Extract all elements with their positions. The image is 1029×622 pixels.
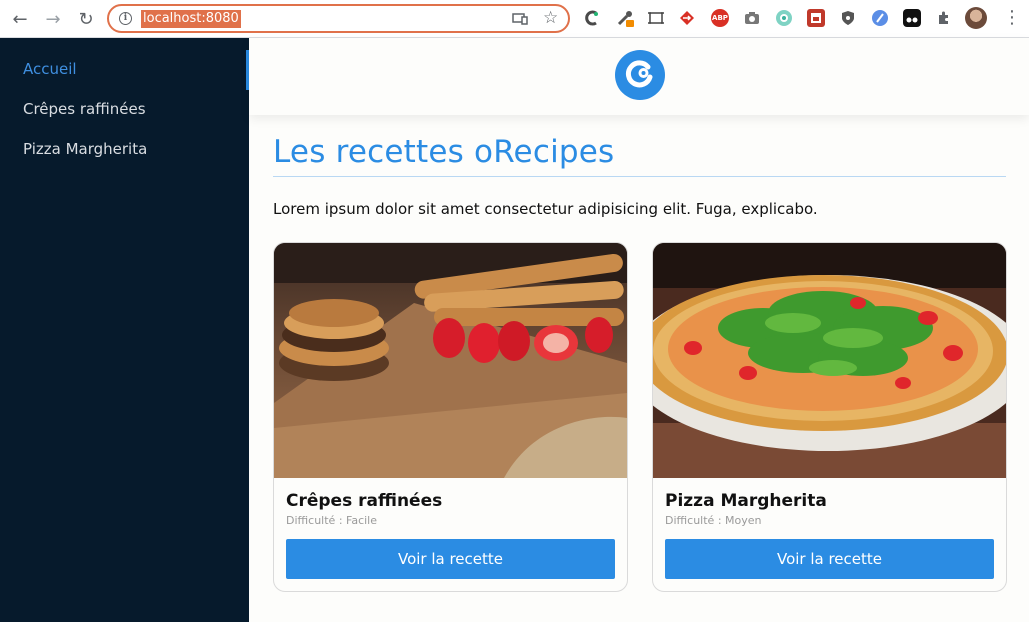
card-title: Crêpes raffinées — [286, 491, 443, 511]
reload-icon[interactable]: ↻ — [75, 8, 97, 30]
recipe-card: Crêpes raffinées Difficulté : Facile Voi… — [273, 242, 628, 592]
page-title: Les recettes oRecipes — [273, 134, 615, 170]
address-bar[interactable]: i localhost:8080 ☆ — [107, 4, 570, 33]
redirect-icon[interactable] — [678, 9, 696, 27]
extensions-puzzle-icon[interactable] — [935, 9, 953, 27]
site-info-icon[interactable]: i — [119, 12, 132, 25]
intro-text: Lorem ipsum dolor sit amet consectetur a… — [273, 200, 818, 218]
screen-capture-icon[interactable] — [647, 9, 665, 27]
card-difficulty: Difficulté : Moyen — [665, 514, 762, 527]
sidebar-item-crepes[interactable]: Crêpes raffinées — [23, 100, 146, 118]
back-arrow-icon[interactable]: ← — [9, 8, 31, 30]
privacy-badger-icon[interactable] — [839, 9, 857, 27]
browser-menu-icon[interactable]: ⋮ — [1003, 6, 1021, 30]
adblock-plus-icon[interactable]: ABP — [711, 9, 729, 27]
card-title: Pizza Margherita — [665, 491, 827, 511]
view-recipe-button[interactable]: Voir la recette — [665, 539, 994, 579]
card-difficulty: Difficulté : Facile — [286, 514, 378, 527]
eyedropper-icon[interactable] — [616, 9, 634, 27]
tampermonkey-icon[interactable] — [903, 9, 921, 27]
sidebar: Accueil Crêpes raffinées Pizza Margherit… — [0, 38, 249, 622]
sidebar-item-pizza[interactable]: Pizza Margherita — [23, 140, 147, 158]
forward-arrow-icon[interactable]: → — [42, 8, 64, 30]
app-header — [249, 38, 1029, 115]
sidebar-item-accueil[interactable]: Accueil — [23, 60, 77, 78]
profile-avatar[interactable] — [965, 7, 987, 29]
dev-tools-icon[interactable] — [871, 9, 889, 27]
title-divider — [273, 176, 1006, 177]
adblock-label: ABP — [712, 14, 728, 22]
camera-icon[interactable] — [743, 9, 761, 27]
colorzilla-icon[interactable] — [583, 9, 601, 27]
pdf-icon[interactable] — [807, 9, 825, 27]
bookmark-star-icon[interactable]: ☆ — [543, 8, 558, 28]
crepes-photo — [274, 243, 627, 478]
pizza-photo — [653, 243, 1006, 478]
browser-toolbar: ← → ↻ i localhost:8080 ☆ ABP ⋮ — [0, 0, 1029, 38]
install-app-icon[interactable] — [512, 11, 528, 27]
main-content: Les recettes oRecipes Lorem ipsum dolor … — [249, 38, 1029, 622]
url-text[interactable]: localhost:8080 — [141, 10, 241, 28]
view-recipe-button[interactable]: Voir la recette — [286, 539, 615, 579]
orecipes-logo-icon[interactable] — [615, 50, 665, 100]
recipe-card: Pizza Margherita Difficulté : Moyen Voir… — [652, 242, 1007, 592]
vpn-icon[interactable] — [775, 9, 793, 27]
